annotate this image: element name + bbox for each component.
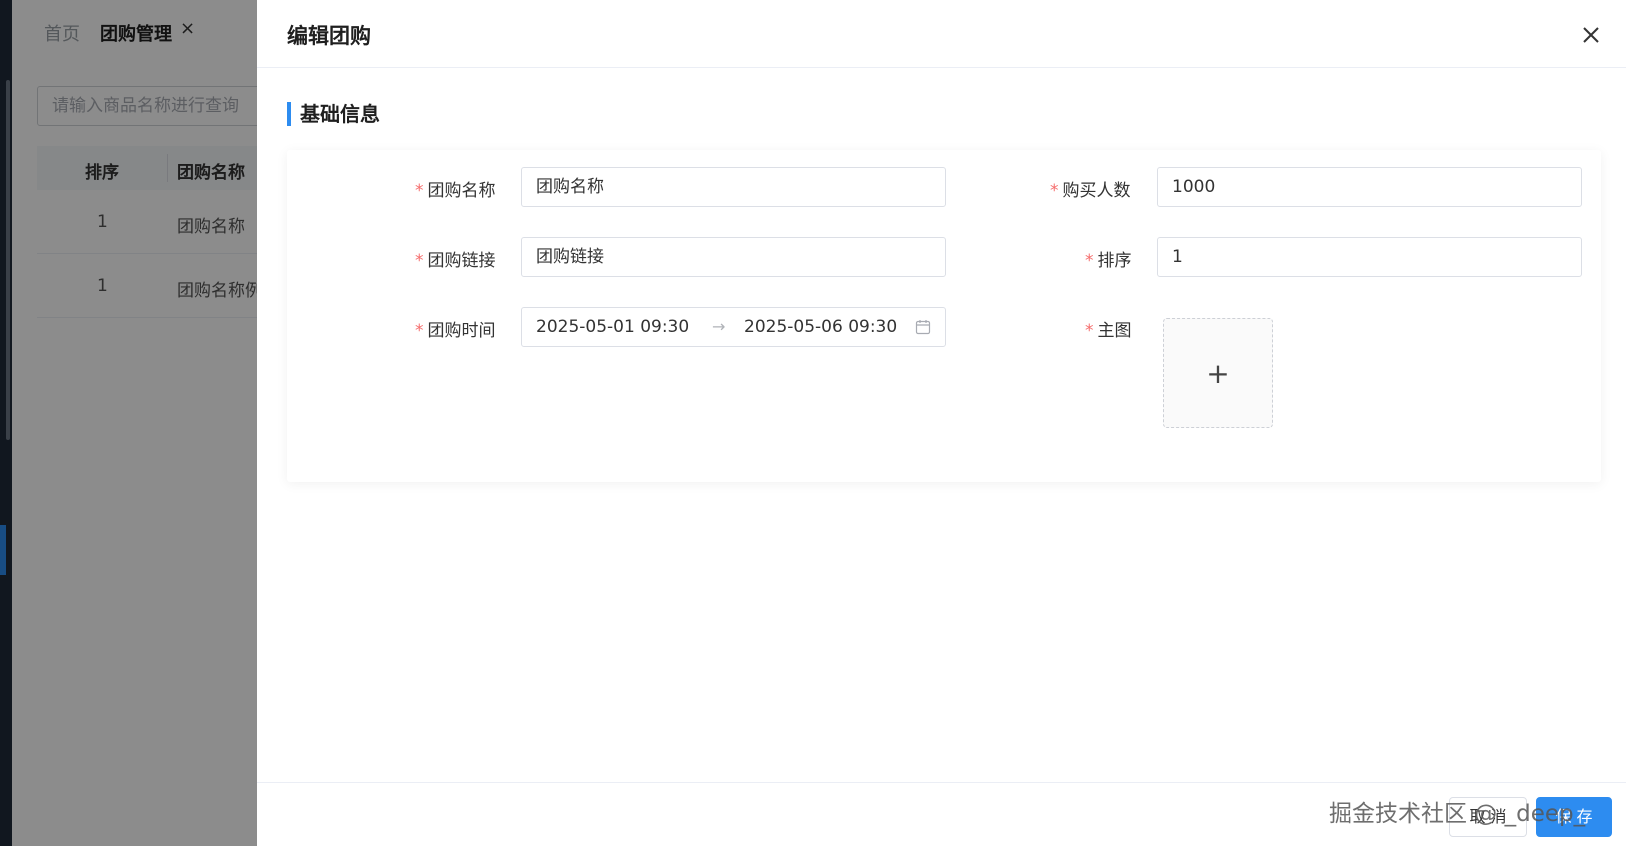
section-title-basic-info: 基础信息: [287, 102, 380, 126]
label-sort-order: * 排序: [1085, 246, 1132, 271]
label-group-buy-link: * 团购链接: [415, 246, 496, 271]
drawer-header: 编辑团购: [257, 0, 1626, 68]
required-mark: *: [415, 181, 424, 201]
sort-order-input[interactable]: 1: [1157, 237, 1582, 277]
buyer-count-input[interactable]: 1000: [1157, 167, 1582, 207]
label-main-image: * 主图: [1085, 316, 1132, 341]
required-mark: *: [1085, 321, 1094, 341]
required-mark: *: [415, 251, 424, 271]
close-icon[interactable]: [1578, 22, 1604, 48]
calendar-icon: [915, 320, 931, 335]
cancel-button[interactable]: 取 消: [1449, 797, 1527, 837]
required-mark: *: [1085, 251, 1094, 271]
drawer-title: 编辑团购: [287, 24, 371, 48]
main-image-upload[interactable]: +: [1163, 318, 1273, 428]
group-buy-name-input[interactable]: 团购名称: [521, 167, 946, 207]
group-buy-time-range-picker[interactable]: 2025-05-01 09:30 → 2025-05-06 09:30: [521, 307, 946, 347]
label-group-buy-time: * 团购时间: [415, 316, 496, 341]
range-start[interactable]: 2025-05-01 09:30: [536, 317, 689, 337]
range-end[interactable]: 2025-05-06 09:30: [744, 308, 897, 346]
label-group-buy-name: * 团购名称: [415, 176, 496, 201]
label-text: 购买人数: [1062, 181, 1131, 201]
plus-icon: +: [1206, 356, 1230, 390]
label-text: 排序: [1097, 251, 1132, 271]
label-text: 团购时间: [427, 321, 496, 341]
required-mark: *: [415, 321, 424, 341]
label-text: 团购名称: [427, 181, 496, 201]
label-text: 团购链接: [427, 251, 496, 271]
drawer-footer: 取 消 保 存 掘金技术社区 @ _deep_: [257, 782, 1626, 846]
form-card: * 团购名称 团购名称 * 团购链接 团购链接 * 团购时间 2025-05-01 0…: [287, 150, 1601, 482]
range-separator-arrow: →: [712, 317, 726, 336]
label-text: 主图: [1097, 321, 1132, 341]
group-buy-link-input[interactable]: 团购链接: [521, 237, 946, 277]
required-mark: *: [1050, 181, 1059, 201]
save-button[interactable]: 保 存: [1536, 797, 1612, 837]
label-buyer-count: * 购买人数: [1050, 176, 1131, 201]
edit-group-buy-drawer: 编辑团购 基础信息 * 团购名称 团购名称 * 团购链接 团购链接 * 团购时间 20…: [257, 0, 1626, 846]
